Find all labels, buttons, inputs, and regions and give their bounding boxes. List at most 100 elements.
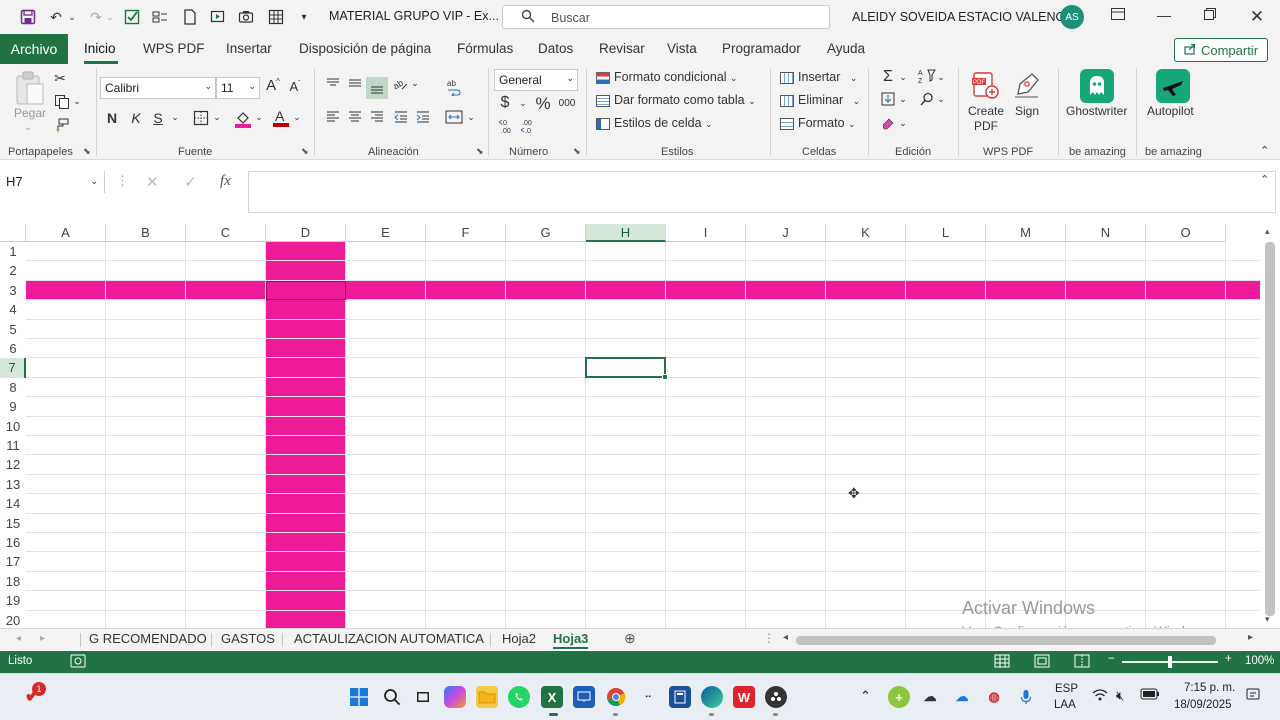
tray-cloud-icon[interactable]: ☁ [919,686,941,708]
formula-input[interactable] [248,171,1276,213]
row-header-5[interactable]: 5 [0,320,26,339]
worksheet-grid[interactable]: A B C D E F G H I J K L M N O 1 2 3 4 5 6 7 8 9 10 11 12 13 14 15 16 17… [0,224,1280,628]
intersection-cell-d3[interactable] [266,280,346,301]
cell-styles-button[interactable]: Estilos de celda ⌄ [596,116,713,130]
orientation-dropdown-icon[interactable]: ⌄ [410,78,420,89]
normal-view-icon[interactable] [994,654,1010,671]
vertical-scrollbar-thumb[interactable] [1265,242,1275,616]
wifi-icon[interactable] [1092,688,1108,705]
wrap-text-icon[interactable]: ab [444,78,464,99]
tab-vista[interactable]: Vista [667,41,697,56]
name-box[interactable]: H7 ⌄ [0,171,105,193]
share-button[interactable]: Compartir [1174,38,1268,62]
camera-icon[interactable] [236,8,256,26]
keyboard-indicator[interactable]: LAA [1054,699,1076,711]
column-header-m[interactable]: M [986,224,1066,242]
fill-handle[interactable] [662,373,668,380]
increase-indent-icon[interactable] [414,110,432,127]
clear-icon[interactable] [880,116,896,133]
checkbox-icon[interactable] [122,8,142,26]
file-explorer-icon[interactable] [476,686,498,708]
confirm-entry-icon[interactable]: ✓ [184,173,197,191]
align-middle-icon[interactable] [346,76,364,93]
minimize-icon[interactable]: — [1152,7,1176,27]
font-color-dropdown-icon[interactable]: ⌄ [292,112,302,123]
column-header-h[interactable]: H [586,224,666,242]
create-pdf-icon[interactable]: PDF [970,70,1002,102]
format-as-table-button[interactable]: Dar formato como tabla ⌄ [596,93,756,107]
sheet-tab[interactable]: Hoja2 [502,631,536,646]
increase-decimal-icon[interactable]: .0.00 [498,118,516,136]
scroll-down-icon[interactable]: ▾ [1265,614,1270,625]
microphone-icon[interactable] [1015,686,1037,708]
delete-cells-button[interactable]: Eliminar ⌄ [780,93,860,107]
edge-icon[interactable] [701,686,723,708]
insert-function-icon[interactable]: fx [220,173,231,190]
autosum-dropdown-icon[interactable]: ⌄ [898,72,908,83]
row-header-13[interactable]: 13 [0,475,26,494]
search-input[interactable]: Buscar [502,5,830,29]
active-cell-h7[interactable] [585,357,668,380]
decrease-indent-icon[interactable] [392,110,410,127]
cancel-entry-icon[interactable]: ✕ [146,173,159,191]
accessibility-icon[interactable] [70,654,86,671]
copy-dropdown-icon[interactable]: ⌄ [72,96,82,107]
scroll-left-icon[interactable]: ◂ [783,632,788,643]
tray-app-icon[interactable]: + [888,686,910,708]
column-header-f[interactable]: F [426,224,506,242]
excel-app-icon[interactable]: X [541,686,563,708]
sign-icon[interactable] [1012,70,1044,102]
align-left-icon[interactable] [324,110,342,127]
column-header-c[interactable]: C [186,224,266,242]
row-header-12[interactable]: 12 [0,455,26,474]
sheet-tab[interactable]: ACTAULIZACION AUTOMATICA [294,631,484,646]
tab-programador[interactable]: Programador [722,41,801,56]
copilot-icon[interactable] [444,686,466,708]
windows-start-icon[interactable] [348,686,370,708]
scroll-right-icon[interactable]: ▸ [1248,632,1253,643]
autosum-icon[interactable]: Σ [880,68,896,86]
undo-dropdown-icon[interactable]: ⌄ [66,8,78,26]
row-header-7[interactable]: 7 [0,358,26,378]
paste-dropdown-icon[interactable]: ⌄ [24,122,32,133]
redo-dropdown-icon[interactable]: ⌄ [104,8,116,26]
search-icon[interactable] [381,686,403,708]
notifications-icon[interactable] [1246,688,1260,705]
create-pdf-label[interactable]: Create PDF [962,104,1010,134]
avatar[interactable]: AS [1060,5,1084,29]
zoom-in-icon[interactable]: + [1225,653,1232,665]
customize-toolbar-icon[interactable]: ▾ [296,8,312,26]
prev-sheet-icon[interactable]: ◂ [16,633,21,644]
format-painter-icon[interactable] [52,118,70,137]
horizontal-scrollbar-thumb[interactable] [796,636,1216,645]
format-cells-button[interactable]: Formato ⌄ [780,116,856,130]
column-header-k[interactable]: K [826,224,906,242]
paste-label[interactable]: Pegar [14,106,46,120]
row-header-9[interactable]: 9 [0,397,26,416]
tab-formulas[interactable]: Fórmulas [457,41,513,56]
column-header-e[interactable]: E [346,224,426,242]
currency-button[interactable]: $ [498,94,512,112]
tab-archivo[interactable]: Archivo [0,34,68,64]
cut-icon[interactable]: ✂ [52,70,68,87]
more-apps-icon[interactable]: ∙∙ [637,686,659,708]
clock-date[interactable]: 18/09/2025 [1174,699,1232,711]
tab-inicio[interactable]: Inicio [84,41,116,56]
font-color-icon[interactable]: A [272,108,290,132]
autopilot-label[interactable]: Autopilot [1147,104,1194,118]
insert-cells-button[interactable]: Insertar ⌄ [780,70,857,84]
sheet-tab[interactable]: GASTOS [221,631,275,646]
sign-label[interactable]: Sign [1015,104,1039,118]
thousands-button[interactable]: 000 [556,98,578,109]
undo-icon[interactable]: ↶ [46,8,66,26]
column-header-g[interactable]: G [506,224,586,242]
fill-color-icon[interactable] [234,110,252,131]
calculator-icon[interactable] [669,686,691,708]
sheet-tab[interactable]: G RECOMENDADO [89,631,207,646]
sort-filter-icon[interactable]: AZ [918,68,936,87]
row-header-3[interactable]: 3 [0,281,26,300]
increase-font-icon[interactable]: A^ [264,77,282,94]
row-header-14[interactable]: 14 [0,494,26,513]
onedrive-icon[interactable]: ☁ [951,686,973,708]
currency-dropdown-icon[interactable]: ⌄ [518,98,528,109]
